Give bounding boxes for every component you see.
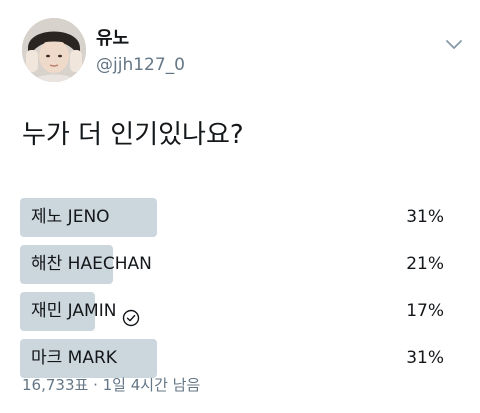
poll-time-left: 1일 4시간 남음 bbox=[102, 376, 201, 394]
avatar-photo bbox=[22, 18, 86, 82]
poll-vote-count: 16,733표 bbox=[22, 376, 89, 394]
poll-option-percent: 31% bbox=[406, 207, 444, 227]
poll-option-label: 해찬 HAECHAN bbox=[31, 245, 152, 284]
check-circle-icon bbox=[122, 303, 140, 326]
tweet-card: 유노 @jjh127_0 누가 더 인기있나요? 제노 JENO 31% 해찬 … bbox=[0, 0, 480, 413]
poll-option-percent: 21% bbox=[406, 254, 444, 274]
poll-option-percent: 17% bbox=[406, 301, 444, 321]
poll-option: 제노 JENO 31% bbox=[20, 198, 450, 237]
poll-option-percent: 31% bbox=[406, 348, 444, 368]
poll-option-text: 마크 MARK bbox=[31, 348, 117, 368]
poll-option-label: 재민 JAMIN bbox=[31, 292, 140, 331]
poll-option: 재민 JAMIN 17% bbox=[20, 292, 450, 331]
avatar[interactable] bbox=[22, 18, 86, 82]
poll-option-text: 제노 JENO bbox=[31, 207, 110, 227]
poll-option-text: 해찬 HAECHAN bbox=[31, 254, 152, 274]
poll-option: 해찬 HAECHAN 21% bbox=[20, 245, 450, 284]
poll-option-text: 재민 JAMIN bbox=[31, 301, 117, 321]
tweet-text: 누가 더 인기있나요? bbox=[22, 120, 244, 150]
user-handle[interactable]: @jjh127_0 bbox=[96, 54, 185, 76]
chevron-down-icon[interactable] bbox=[444, 36, 464, 52]
poll-meta: 16,733표 · 1일 4시간 남음 bbox=[22, 375, 200, 395]
poll-option: 마크 MARK 31% bbox=[20, 339, 450, 378]
meta-separator: · bbox=[93, 376, 98, 394]
poll: 제노 JENO 31% 해찬 HAECHAN 21% 재민 JAMIN 17% … bbox=[20, 198, 450, 386]
poll-option-label: 제노 JENO bbox=[31, 198, 110, 237]
poll-option-label: 마크 MARK bbox=[31, 339, 117, 378]
display-name[interactable]: 유노 bbox=[96, 28, 129, 50]
